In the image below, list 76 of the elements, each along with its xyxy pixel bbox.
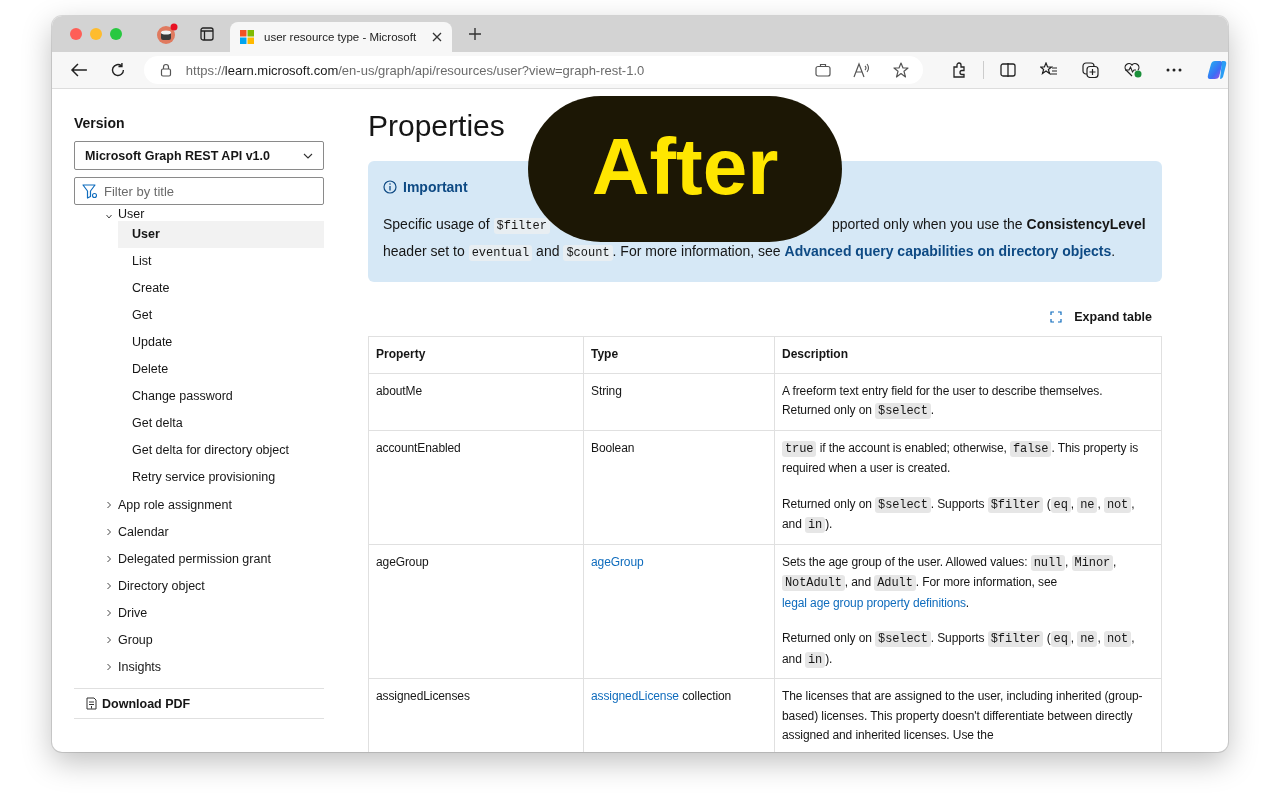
callout-text: header set to eventual and $count . For more information, see Advanced query capabilities on directory objects. (383, 242, 1117, 263)
nav-item[interactable]: Delete (118, 356, 324, 383)
version-dropdown[interactable]: Microsoft Graph REST API v1.0 (74, 141, 324, 170)
table-cell: A freeform text entry field for the user to describe themselves. Returned only on $select . (774, 373, 1162, 430)
download-pdf-link[interactable]: Download PDF (102, 696, 191, 711)
star-icon[interactable] (893, 62, 909, 78)
address-bar[interactable]: https://learn.microsoft.com/en-us/graph/api/resources/user?view=graph-rest-1.0 (143, 56, 923, 84)
copilot-logo-icon[interactable] (1206, 60, 1228, 80)
caret-right-icon[interactable] (106, 581, 112, 590)
nav-item[interactable]: List (118, 248, 324, 275)
expand-icon (1050, 311, 1063, 323)
caret-right-icon[interactable] (106, 608, 112, 617)
tab-panel-icon[interactable] (200, 27, 214, 41)
column-header: Description (774, 336, 1162, 373)
column-header: Type (583, 336, 775, 373)
expand-table-button[interactable]: Expand table (1040, 310, 1162, 324)
caret-right-icon[interactable] (106, 527, 112, 536)
plus-icon[interactable] (468, 27, 482, 41)
more-icon[interactable] (1166, 68, 1182, 72)
close-icon[interactable] (432, 32, 442, 42)
caret-down-icon[interactable] (106, 213, 112, 221)
nav-item[interactable]: User (118, 221, 324, 248)
nav-item[interactable]: Group (118, 632, 153, 647)
nav-item[interactable]: Change password (118, 383, 324, 410)
nav-item[interactable]: Get delta (118, 410, 324, 437)
chevron-down-icon (303, 152, 313, 159)
nav-item[interactable]: Create (118, 275, 324, 302)
four-squares-logo-icon (240, 30, 254, 44)
profile-avatar-icon[interactable] (156, 23, 178, 45)
nav-item[interactable]: Drive (118, 605, 148, 620)
type-link[interactable]: assignedLicense (591, 689, 679, 703)
caret-right-icon[interactable] (106, 500, 112, 509)
page-title: Properties (368, 109, 506, 144)
table-cell: true if the account is enabled; otherwise, false . This property is required when a user is created. Returned only on $select . Supports $filter ( eq , ne , not , and in ). (774, 430, 1162, 544)
nav-item[interactable]: Get (118, 302, 324, 329)
nav-item[interactable]: Update (118, 329, 324, 356)
version-label: Version (74, 115, 126, 131)
callout-text: pported only when you use the ConsistencyLevel (831, 215, 1146, 234)
document-download-icon (86, 697, 97, 710)
browser-tab[interactable]: user resource type - Microsoft (230, 22, 452, 52)
back-arrow-icon[interactable] (70, 62, 88, 78)
nav-item[interactable]: Insights (118, 659, 162, 674)
nav-item[interactable]: Directory object (118, 578, 205, 593)
collections-icon[interactable] (1082, 62, 1100, 78)
briefcase-icon[interactable] (815, 63, 831, 77)
table-cell: ageGroup (368, 544, 584, 679)
table-cell: String (583, 373, 775, 430)
table-cell: aboutMe (368, 373, 584, 430)
table-cell: Sets the age group of the user. Allowed values: null , Minor , NotAdult , and Adult . For more information, see legal age group property definitions. Returned only on $select . Supports $filter ( eq , ne , not , and in ). (774, 544, 1162, 679)
caret-right-icon[interactable] (106, 662, 112, 671)
nav-item[interactable]: App role assignment (118, 497, 232, 512)
favorites-list-icon[interactable] (1040, 62, 1058, 78)
nav-item[interactable]: Retry service provisioning (118, 464, 324, 491)
nav-item[interactable]: Delegated permission grant (118, 551, 271, 566)
nav-item[interactable]: Get delta for directory object (118, 437, 324, 464)
table-cell: accountEnabled (368, 430, 584, 544)
caret-right-icon[interactable] (106, 635, 112, 644)
info-icon (383, 180, 397, 194)
nav-item[interactable]: Calendar (118, 524, 169, 539)
table-cell: Boolean (583, 430, 775, 544)
puzzle-piece-icon[interactable] (951, 62, 967, 78)
reload-icon[interactable] (109, 62, 126, 78)
filter-field[interactable]: Filter by title (74, 177, 324, 205)
tab-title: user resource type - Microsoft (264, 31, 418, 43)
table-cell: assignedLicenses (368, 678, 584, 752)
url-text: https://learn.microsoft.com/en-us/graph/api/resources/user?view=graph-rest-1.0 (185, 62, 646, 78)
nav-item[interactable]: User (118, 207, 145, 221)
caret-right-icon[interactable] (106, 554, 112, 563)
callout-heading: Important (403, 179, 468, 195)
split-screen-icon[interactable] (1000, 62, 1016, 78)
heart-pulse-icon[interactable] (1124, 62, 1142, 78)
link[interactable]: legal age group property definitions (782, 595, 966, 610)
type-link[interactable]: ageGroup (591, 554, 644, 569)
read-aloud-icon[interactable] (853, 62, 871, 78)
column-header: Property (368, 336, 584, 373)
lock-icon (159, 63, 172, 77)
